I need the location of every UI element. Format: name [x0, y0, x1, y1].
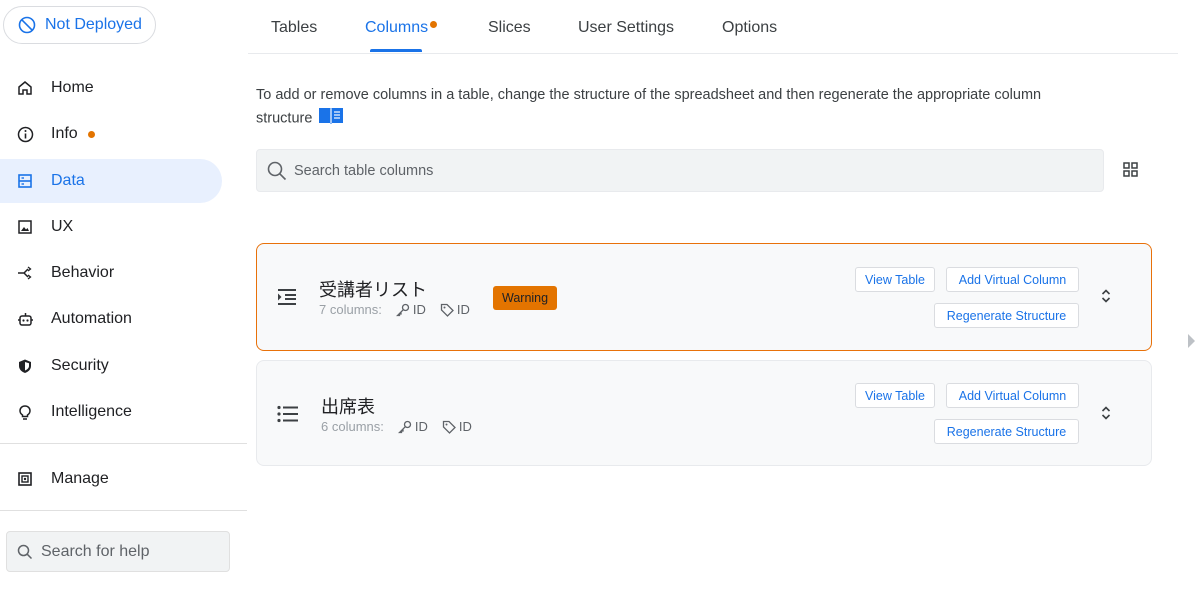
table-meta: 6 columns: ID ID [321, 419, 472, 434]
sidebar-item-behavior[interactable]: Behavior [0, 251, 222, 295]
add-virtual-column-button[interactable]: Add Virtual Column [946, 267, 1079, 292]
tag-icon [442, 420, 456, 434]
label-chip: ID [442, 419, 472, 434]
behavior-icon [16, 264, 34, 282]
sidebar: Not Deployed Home Info Data UX Behavior … [0, 0, 248, 611]
columns-notification-dot [430, 21, 438, 28]
column-search-placeholder: Search table columns [294, 162, 434, 179]
deploy-status-label: Not Deployed [45, 16, 142, 33]
search-icon [17, 544, 33, 559]
sidebar-item-label: Behavior [51, 264, 115, 282]
sidebar-divider [0, 510, 247, 511]
tag-icon [440, 303, 454, 317]
deploy-status-button[interactable]: Not Deployed [3, 6, 156, 44]
sidebar-item-intelligence[interactable]: Intelligence [0, 390, 222, 434]
data-icon [16, 172, 34, 190]
indent-list-icon [277, 288, 297, 311]
help-search-placeholder: Search for help [41, 542, 150, 560]
key-label: ID [414, 419, 428, 434]
sidebar-item-automation[interactable]: Automation [0, 297, 222, 341]
table-name: 受講者リスト [319, 280, 427, 300]
key-chip: ID [395, 302, 426, 317]
info-icon [16, 125, 34, 143]
info-text: To add or remove columns in a table, cha… [256, 85, 1096, 131]
label-label: ID [458, 419, 472, 434]
label-chip: ID [440, 302, 470, 317]
sidebar-item-label: Data [51, 171, 85, 189]
sidebar-item-label: Home [51, 79, 94, 96]
home-icon [16, 79, 34, 97]
sidebar-item-label: Manage [51, 470, 109, 487]
sidebar-item-info[interactable]: Info [0, 112, 222, 156]
sidebar-item-security[interactable]: Security [0, 344, 222, 388]
grid-view-icon[interactable] [1123, 162, 1138, 182]
search-icon [267, 161, 287, 180]
not-deployed-icon [18, 16, 36, 34]
list-icon [277, 405, 299, 428]
table-meta: 7 columns: ID ID [319, 302, 470, 317]
regenerate-structure-button[interactable]: Regenerate Structure [934, 303, 1079, 328]
lightbulb-icon [16, 403, 34, 421]
table-name: 出席表 [321, 397, 375, 417]
tab-label: Columns [365, 19, 429, 36]
key-chip: ID [397, 419, 428, 434]
warning-badge: Warning [493, 286, 558, 310]
key-icon [397, 420, 412, 433]
expand-chevron-icon[interactable] [1099, 405, 1113, 426]
tab-tables[interactable]: Tables [271, 19, 317, 37]
sidebar-item-label: Security [51, 356, 109, 374]
tab-user-settings[interactable]: User Settings [578, 19, 674, 37]
sidebar-item-data[interactable]: Data [0, 158, 222, 203]
sidebar-item-label: Intelligence [51, 403, 132, 421]
column-count: 7 columns: [319, 302, 382, 317]
help-search-input[interactable]: Search for help [6, 531, 230, 572]
regenerate-structure-button[interactable]: Regenerate Structure [934, 419, 1079, 444]
active-tab-indicator [370, 49, 422, 52]
sidebar-item-manage[interactable]: Manage [0, 457, 222, 501]
shield-icon [16, 357, 34, 375]
ux-icon [16, 218, 34, 236]
view-table-button[interactable]: View Table [855, 383, 935, 408]
sidebar-item-label: Info [51, 125, 78, 143]
add-virtual-column-button[interactable]: Add Virtual Column [946, 383, 1079, 408]
sidebar-item-label: UX [51, 217, 74, 235]
label-label: ID [456, 302, 470, 317]
automation-icon [16, 310, 34, 328]
expand-chevron-icon[interactable] [1099, 288, 1113, 309]
tab-slices[interactable]: Slices [488, 19, 531, 37]
tab-options[interactable]: Options [722, 19, 777, 37]
key-icon [395, 303, 410, 316]
column-count: 6 columns: [321, 419, 384, 434]
column-search-input[interactable]: Search table columns [256, 149, 1104, 192]
info-message: To add or remove columns in a table, cha… [256, 87, 1042, 127]
key-label: ID [412, 302, 426, 317]
tab-columns[interactable]: Columns [365, 19, 438, 37]
info-notification-dot [87, 130, 95, 138]
sidebar-divider [0, 443, 247, 444]
expand-panel-arrow-icon[interactable] [1188, 334, 1195, 348]
sidebar-nav: Home Info Data UX Behavior Automation Se… [0, 66, 248, 436]
top-tabs: Tables Columns Slices User Settings Opti… [248, 0, 1178, 54]
sidebar-item-home[interactable]: Home [0, 66, 222, 110]
table-card[interactable]: 出席表 6 columns: ID ID View Table Add Virt… [256, 360, 1152, 466]
sidebar-item-ux[interactable]: UX [0, 205, 222, 249]
book-icon[interactable] [318, 106, 344, 131]
manage-icon [16, 470, 34, 488]
sidebar-item-label: Automation [51, 310, 132, 328]
table-card[interactable]: 受講者リスト 7 columns: ID ID Warning View Tab… [256, 243, 1152, 351]
view-table-button[interactable]: View Table [855, 267, 935, 292]
